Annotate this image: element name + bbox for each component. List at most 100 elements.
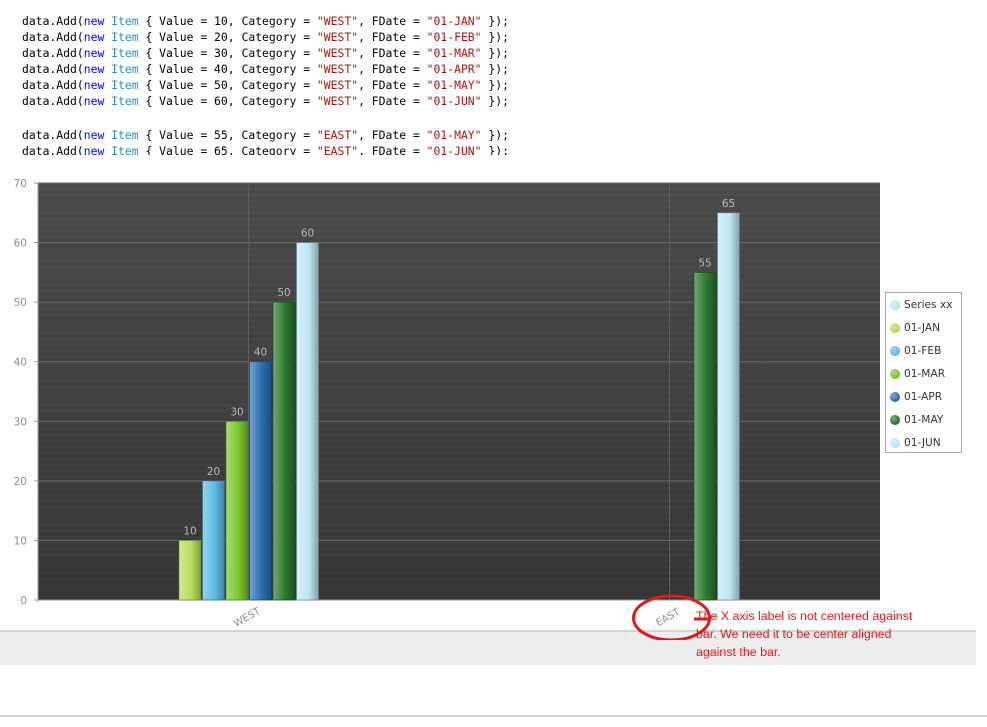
- legend-swatch-icon: [890, 415, 900, 425]
- code-string: "EAST": [316, 128, 359, 142]
- code-snippet: data.Add(new Item { Value = 10, Category…: [22, 13, 582, 155]
- code-string: "WEST": [316, 62, 359, 76]
- code-call: data.Add(: [22, 128, 84, 142]
- code-type: Item: [111, 30, 139, 44]
- data-label: 10: [183, 525, 196, 537]
- code-end: });: [481, 94, 509, 108]
- data-label: 30: [230, 406, 243, 418]
- code-string: "01-JAN": [426, 14, 482, 28]
- data-label: 60: [301, 228, 314, 240]
- code-keyword: new: [83, 46, 105, 60]
- code-call: data.Add(: [22, 46, 84, 60]
- code-key: , Category =: [227, 128, 317, 142]
- legend-label: 01-FEB: [904, 345, 942, 357]
- x-tick-label: EAST: [654, 606, 682, 629]
- legend-label: 01-JAN: [904, 322, 941, 334]
- code-value: { Value = 65: [138, 144, 228, 155]
- code-line: data.Add(new Item { Value = 10, Category…: [22, 13, 582, 29]
- code-value: { Value = 60: [138, 94, 228, 108]
- code-line: data.Add(new Item { Value = 65, Category…: [22, 143, 582, 155]
- legend-item: 01-APR: [890, 389, 942, 405]
- code-line: data.Add(new Item { Value = 60, Category…: [22, 93, 582, 109]
- legend-label: 01-APR: [904, 391, 943, 403]
- bar-west-01-jan: [178, 540, 202, 601]
- legend-swatch-icon: [890, 438, 900, 448]
- code-key: , FDate =: [358, 30, 427, 44]
- data-label: 20: [207, 466, 220, 478]
- legend-swatch-icon: [890, 392, 900, 402]
- data-label: 55: [698, 257, 711, 269]
- code-type: Item: [111, 94, 139, 108]
- code-keyword: new: [83, 144, 105, 155]
- legend-swatch-icon: [890, 346, 900, 356]
- code-string: "01-FEB": [426, 30, 482, 44]
- code-line: data.Add(new Item { Value = 50, Category…: [22, 77, 582, 93]
- code-keyword: new: [83, 14, 105, 28]
- chart-legend: Series xx 01-JAN 01-FEB 01-MAR 01-APR 01-MAY 0…: [885, 292, 962, 453]
- code-value: { Value = 50: [138, 78, 228, 92]
- bar-west-01-mar: [225, 420, 249, 601]
- y-tick-label: 0: [20, 595, 27, 607]
- code-key: , Category =: [227, 30, 317, 44]
- code-string: "01-MAR": [426, 46, 482, 60]
- bar-chart: 0 10 20 30 40 50 60 70 10 20 30 40 50 60 WEST 55 65 EAST: [14, 178, 880, 640]
- code-end: });: [481, 30, 509, 44]
- legend-label: 01-JUN: [904, 437, 941, 449]
- data-label: 40: [254, 347, 267, 359]
- y-tick-label: 70: [14, 178, 27, 190]
- code-key: , FDate =: [358, 78, 427, 92]
- legend-swatch-icon: [890, 369, 900, 379]
- code-value: { Value = 10: [138, 14, 228, 28]
- legend-item: 01-JAN: [890, 320, 940, 336]
- legend-swatch-icon: [890, 323, 900, 333]
- code-key: , FDate =: [358, 128, 427, 142]
- code-end: });: [481, 62, 509, 76]
- code-string: "WEST": [316, 30, 359, 44]
- code-string: "01-MAY": [426, 128, 482, 142]
- code-key: , FDate =: [358, 94, 427, 108]
- code-key: , FDate =: [358, 62, 427, 76]
- code-line: data.Add(new Item { Value = 40, Category…: [22, 61, 582, 77]
- code-call: data.Add(: [22, 144, 84, 155]
- code-value: { Value = 30: [138, 46, 228, 60]
- annotation-note: The X axis label is not centered against…: [696, 609, 913, 659]
- y-tick-label: 10: [14, 535, 27, 547]
- code-key: , FDate =: [358, 46, 427, 60]
- code-key: , Category =: [227, 144, 317, 155]
- data-label: 50: [277, 287, 290, 299]
- code-string: "WEST": [316, 46, 359, 60]
- legend-swatch-icon: [890, 300, 900, 310]
- bar-west-01-may: [272, 301, 296, 601]
- y-tick-label: 30: [14, 416, 27, 428]
- legend-item: Series xx: [890, 297, 952, 313]
- code-key: , FDate =: [358, 14, 427, 28]
- code-string: "WEST": [316, 78, 359, 92]
- y-tick-label: 50: [14, 297, 27, 309]
- code-line: data.Add(new Item { Value = 55, Category…: [22, 127, 582, 143]
- legend-label: 01-MAY: [904, 414, 944, 426]
- code-type: Item: [111, 46, 139, 60]
- x-tick-label: WEST: [232, 605, 263, 629]
- code-line: data.Add(new Item { Value = 20, Category…: [22, 29, 582, 45]
- code-string: "01-MAY": [426, 78, 482, 92]
- code-string: "WEST": [316, 14, 359, 28]
- code-value: { Value = 55: [138, 128, 228, 142]
- legend-item: 01-JUN: [890, 435, 941, 451]
- code-key: , Category =: [227, 94, 317, 108]
- code-key: , Category =: [227, 62, 317, 76]
- legend-item: 01-MAR: [890, 366, 945, 382]
- bar-west-01-apr: [249, 361, 272, 601]
- code-keyword: new: [83, 128, 105, 142]
- code-value: { Value = 20: [138, 30, 228, 44]
- code-end: });: [481, 78, 509, 92]
- bottom-divider: [0, 715, 987, 717]
- legend-label: 01-MAR: [904, 368, 946, 380]
- code-end: });: [481, 14, 509, 28]
- code-call: data.Add(: [22, 30, 84, 44]
- code-type: Item: [111, 128, 139, 142]
- code-key: , FDate =: [358, 144, 427, 155]
- code-end: });: [481, 128, 509, 142]
- code-string: "EAST": [316, 144, 359, 155]
- code-keyword: new: [83, 78, 105, 92]
